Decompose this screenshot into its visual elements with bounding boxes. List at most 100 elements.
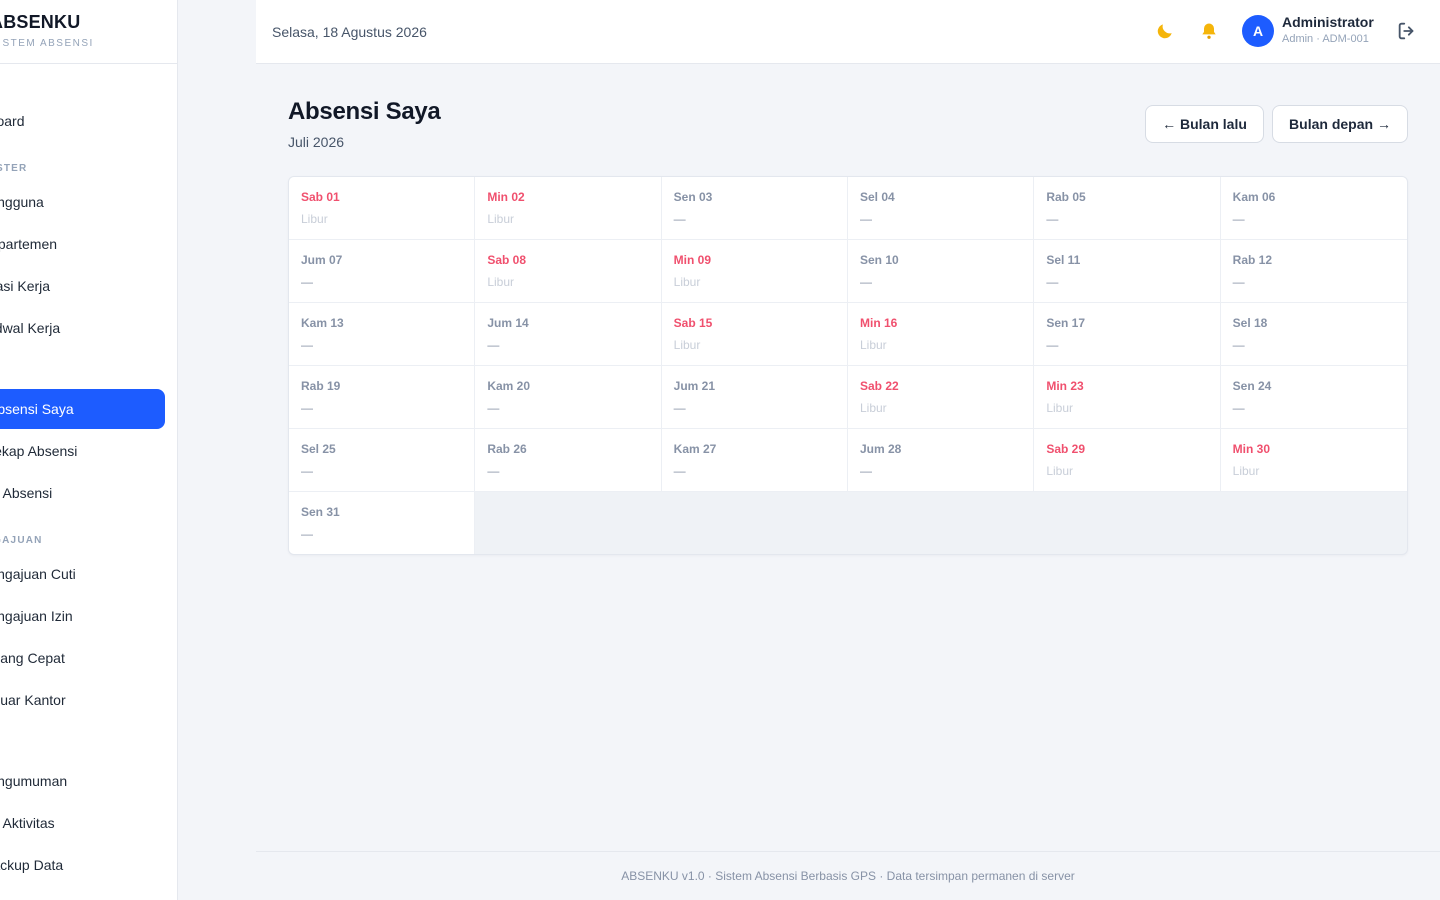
calendar-day-status: —: [301, 275, 313, 289]
calendar-day-cell[interactable]: Sel 25 —: [289, 429, 476, 492]
calendar-day-cell[interactable]: Sel 18 —: [1220, 303, 1407, 366]
sidebar-item-departemen[interactable]: Departemen: [0, 224, 165, 264]
calendar-day-cell[interactable]: Sen 10 —: [847, 240, 1035, 303]
calendar-day-status: —: [1232, 212, 1245, 226]
sidebar-item-label: Pulang Cepat: [0, 650, 65, 666]
calendar-day-label: Kam 06: [1232, 190, 1276, 204]
calendar-day-cell[interactable]: Rab 12 —: [1220, 240, 1407, 303]
calendar-day-cell[interactable]: Sab 29 Libur: [1034, 429, 1221, 492]
page-title: Absensi Saya: [288, 98, 441, 125]
calendar-day-cell[interactable]: Rab 05 —: [1034, 177, 1221, 240]
sidebar-item-label: Rekap Absensi: [0, 443, 78, 459]
calendar-day-label: Min 02: [487, 190, 525, 204]
page-subtitle: Juli 2026: [288, 134, 345, 150]
calendar-day-cell[interactable]: Min 23 Libur: [1034, 366, 1221, 429]
sidebar-item-label: Pengajuan Cuti: [0, 566, 76, 582]
calendar-day-cell[interactable]: Kam 27 —: [661, 429, 848, 492]
calendar-day-status: Libur: [487, 212, 515, 226]
footer: ABSENKU v1.0 · Sistem Absensi Berbasis G…: [256, 851, 1440, 900]
calendar-day-label: Jum 21: [673, 379, 716, 393]
avatar[interactable]: A: [1242, 15, 1274, 47]
calendar-day-cell[interactable]: Sen 17 —: [1034, 303, 1221, 366]
sidebar-item-keluar-kantor[interactable]: Keluar Kantor: [0, 680, 165, 720]
calendar-day-label: Min 09: [673, 253, 711, 267]
user-role: Admin · ADM-001: [1282, 33, 1369, 45]
sidebar-item-log-absensi[interactable]: Log Absensi: [0, 473, 165, 513]
calendar-day-label: Sen 17: [1046, 316, 1086, 330]
calendar-day-status: —: [487, 338, 500, 352]
sidebar-item-pengajuan-izin[interactable]: Pengajuan Izin: [0, 596, 165, 636]
calendar-grid: Sab 01 Libur Min 02 Libur Sen 03— Sel 04— Rab …: [289, 177, 1407, 554]
sidebar-section-pengajuan: PENGAJUAN: [0, 535, 43, 546]
user-name: Administrator: [1282, 14, 1374, 30]
sidebar-item-label: Absensi Saya: [0, 401, 74, 417]
calendar-day-label: Kam 27: [673, 442, 717, 456]
calendar-day-cell[interactable]: Jum 07 —: [289, 240, 476, 303]
sidebar-item-rekap-absensi[interactable]: Rekap Absensi: [0, 431, 165, 471]
calendar-day-label: Jum 28: [859, 442, 902, 456]
calendar-day-status: —: [673, 401, 686, 415]
calendar-day-status: —: [487, 401, 500, 415]
sidebar-item-pengajuan-cuti[interactable]: Pengajuan Cuti: [0, 554, 165, 594]
calendar-day-status: —: [301, 464, 313, 478]
calendar-day-cell[interactable]: Sen 31 —: [289, 492, 476, 554]
calendar-day-cell[interactable]: Kam 13 —: [289, 303, 476, 366]
calendar-day-label: Sel 04: [859, 190, 895, 204]
sidebar-item-pengumuman[interactable]: Pengumuman: [0, 761, 165, 801]
sidebar-item-jadwal-kerja[interactable]: Jadwal Kerja: [0, 308, 165, 348]
sidebar-item-pengguna[interactable]: Pengguna: [0, 182, 165, 222]
calendar-day-status: —: [487, 464, 500, 478]
calendar-day-label: Rab 05: [1046, 190, 1086, 204]
calendar-day-label: Kam 20: [487, 379, 531, 393]
calendar-day-status: —: [1232, 275, 1245, 289]
calendar-day-status: Libur: [301, 212, 328, 226]
moon-icon[interactable]: [1152, 18, 1178, 44]
calendar-day-label: Jum 14: [487, 316, 529, 330]
calendar-day-cell[interactable]: Sen 03 —: [661, 177, 848, 240]
calendar-day-label: Sab 29: [1046, 442, 1086, 456]
sidebar-item-label: Keluar Kantor: [0, 692, 66, 708]
calendar-day-status: —: [301, 527, 313, 541]
calendar-day-cell[interactable]: Sab 22 Libur: [847, 366, 1035, 429]
sidebar-item-log-aktivitas[interactable]: Log Aktivitas: [0, 803, 165, 843]
sidebar-item-lokasi-kerja[interactable]: Lokasi Kerja: [0, 266, 165, 306]
previous-month-button[interactable]: ← Bulan lalu: [1145, 105, 1264, 143]
calendar-day-cell[interactable]: Sel 04 —: [847, 177, 1035, 240]
calendar-day-cell[interactable]: Sel 11 —: [1034, 240, 1221, 303]
calendar-day-status: —: [301, 401, 313, 415]
calendar-day-cell[interactable]: Min 09 Libur: [661, 240, 848, 303]
calendar-day-cell[interactable]: Min 02 Libur: [475, 177, 662, 240]
sidebar-item-backup-data[interactable]: Backup Data: [0, 845, 165, 885]
sidebar-item-dashboard[interactable]: Dashboard: [0, 101, 165, 141]
calendar-day-cell[interactable]: Kam 06 —: [1220, 177, 1407, 240]
sidebar-item-pulang-cepat[interactable]: Pulang Cepat: [0, 638, 165, 678]
calendar-day-cell[interactable]: Jum 21 —: [661, 366, 848, 429]
calendar-day-cell[interactable]: Min 16 Libur: [847, 303, 1035, 366]
logout-icon[interactable]: [1396, 20, 1418, 42]
sidebar-item-label: Log Absensi: [0, 485, 53, 501]
next-month-button[interactable]: Bulan depan →: [1272, 105, 1408, 143]
calendar-day-label: Rab 12: [1232, 253, 1273, 267]
calendar-day-cell[interactable]: Jum 28 —: [847, 429, 1035, 492]
calendar-day-status: Libur: [1232, 464, 1260, 478]
calendar-day-cell[interactable]: Min 30 Libur: [1220, 429, 1407, 492]
calendar-day-cell[interactable]: Rab 26 —: [475, 429, 662, 492]
calendar-day-cell[interactable]: Rab 19 —: [289, 366, 476, 429]
attendance-calendar: Sab 01 Libur Min 02 Libur Sen 03— Sel 04— Rab …: [288, 176, 1408, 555]
calendar-day-cell[interactable]: Jum 14 —: [475, 303, 662, 366]
calendar-day-status: —: [301, 338, 313, 352]
calendar-day-cell[interactable]: Sab 15 Libur: [661, 303, 848, 366]
sidebar-item-absensi-saya[interactable]: Absensi Saya: [0, 389, 165, 429]
calendar-day-cell[interactable]: Sab 01 Libur: [289, 177, 476, 240]
calendar-day-cell[interactable]: Sab 08 Libur: [475, 240, 662, 303]
sidebar-section-master: MASTER: [0, 163, 28, 174]
calendar-day-status: Libur: [859, 338, 887, 352]
sidebar: ABSENKU SISTEM ABSENSI Dashboard MASTER …: [0, 0, 178, 900]
calendar-day-label: Sab 08: [487, 253, 527, 267]
calendar-day-cell[interactable]: Sen 24 —: [1220, 366, 1407, 429]
calendar-day-label: Sab 22: [859, 379, 899, 393]
calendar-day-label: Sel 25: [301, 442, 336, 456]
calendar-day-cell[interactable]: Kam 20 —: [475, 366, 662, 429]
bell-icon[interactable]: [1196, 18, 1222, 44]
calendar-day-status: —: [1046, 338, 1059, 352]
